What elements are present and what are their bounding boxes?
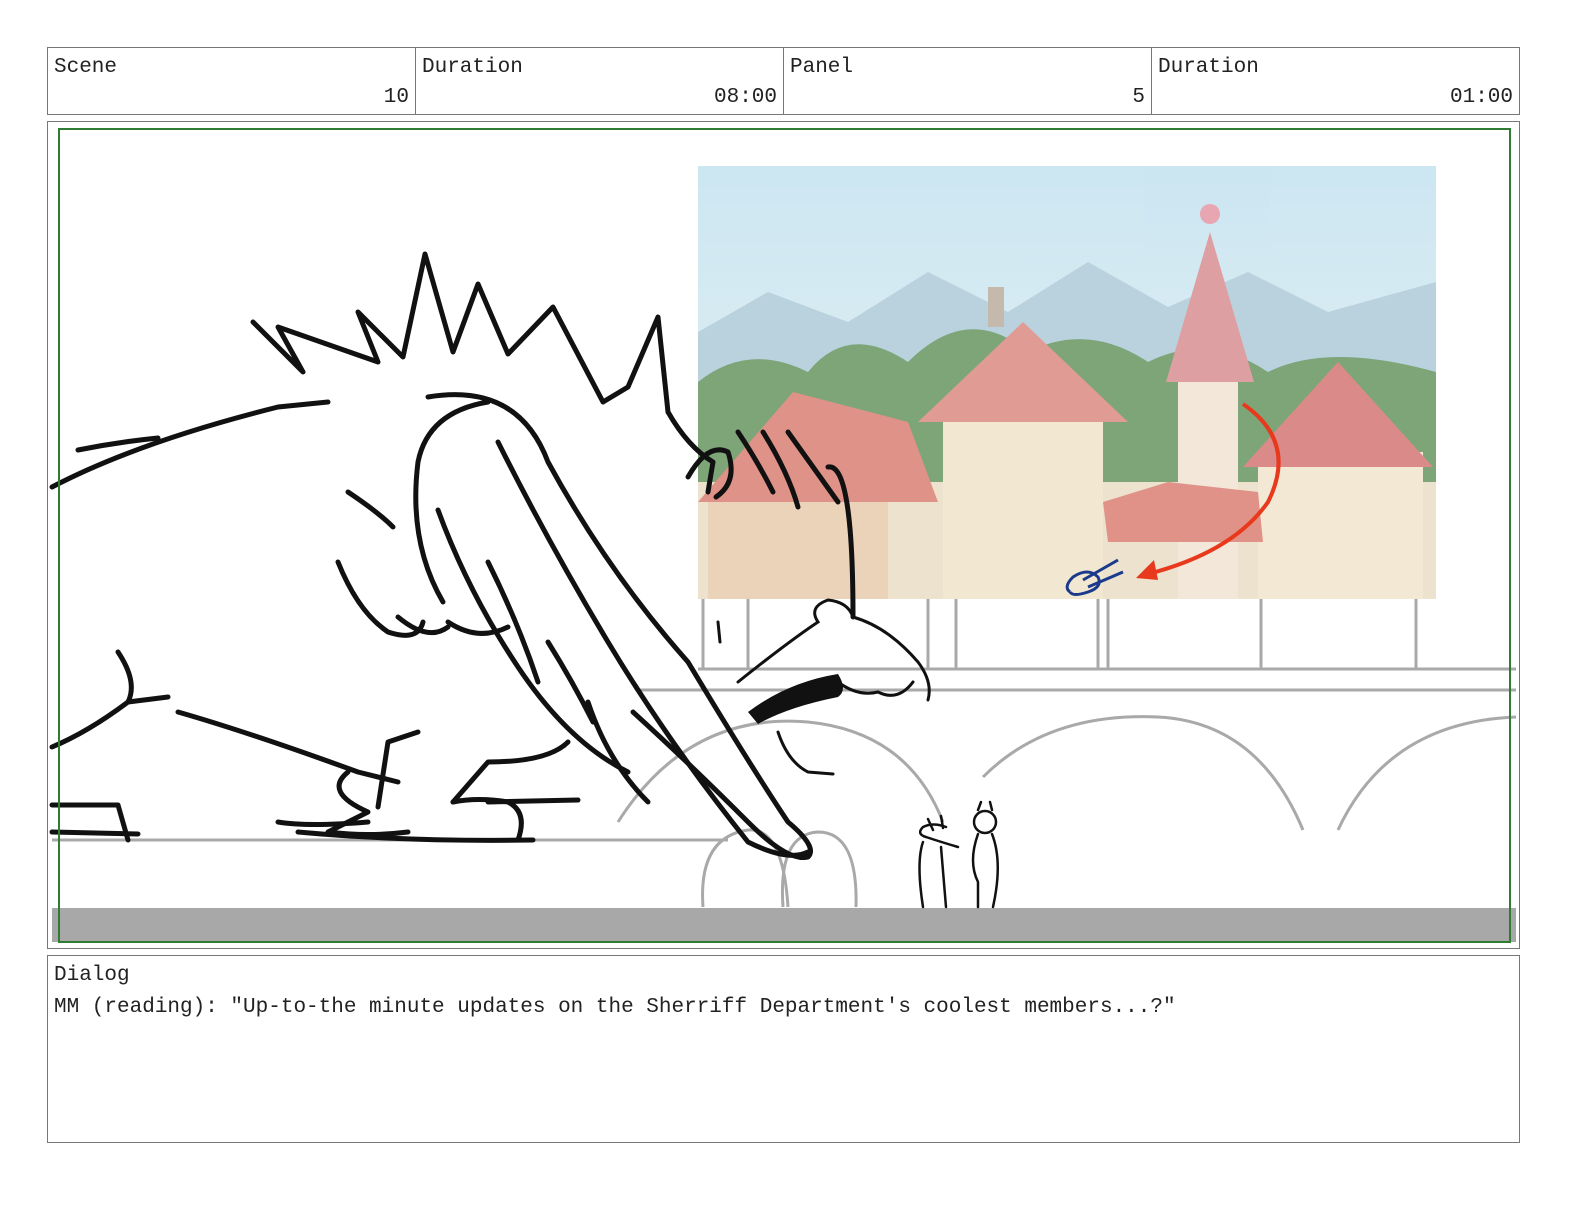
panel-duration-label: Duration: [1158, 56, 1259, 79]
scene-duration-label: Duration: [422, 56, 523, 79]
background-painting: [698, 166, 1436, 599]
scene-value: 10: [383, 86, 409, 109]
dialog-label: Dialog: [54, 964, 130, 987]
storyboard-frame: [47, 121, 1520, 949]
panel-header: Scene 10 Duration 08:00 Panel 5 Duration…: [47, 47, 1520, 115]
panel-duration-cell: Duration 01:00: [1152, 48, 1519, 114]
panel-cell: Panel 5: [784, 48, 1152, 114]
scene-label: Scene: [54, 56, 118, 79]
panel-duration-value: 01:00: [1449, 86, 1513, 109]
scene-duration-value: 08:00: [713, 86, 777, 109]
creature-mouth: [748, 674, 843, 724]
panel-label: Panel: [790, 56, 854, 79]
scene-duration-cell: Duration 08:00: [416, 48, 784, 114]
scene-cell: Scene 10: [48, 48, 416, 114]
small-characters-sketch: [918, 800, 999, 909]
storyboard-drawing: [49, 128, 1517, 943]
dialog-text: MM (reading): "Up-to-the minute updates …: [54, 996, 1176, 1019]
dialog-box: Dialog MM (reading): "Up-to-the minute u…: [47, 955, 1520, 1143]
panel-value: 5: [1132, 86, 1145, 109]
ground-strip: [52, 908, 1516, 942]
